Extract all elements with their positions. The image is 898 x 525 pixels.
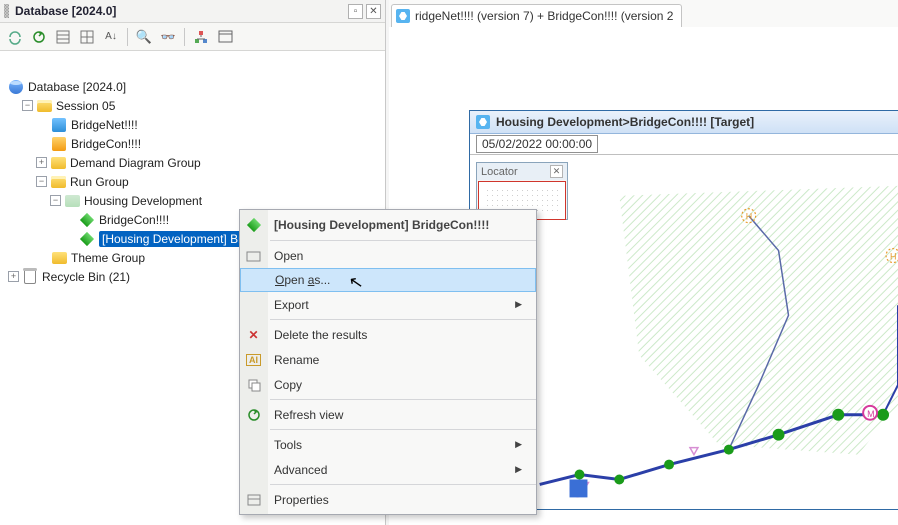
tree-demand-group[interactable]: + Demand Diagram Group bbox=[4, 153, 385, 172]
rename-icon: AI bbox=[245, 351, 262, 368]
document-icon bbox=[396, 9, 410, 23]
collapse-icon[interactable]: − bbox=[36, 176, 47, 187]
properties-icon bbox=[245, 491, 262, 508]
menu-open-as-label: Open as... bbox=[275, 273, 330, 287]
panel-title: Database [2024.0] bbox=[15, 4, 348, 18]
window-icon[interactable] bbox=[214, 26, 236, 48]
menu-open-as[interactable]: Open as... bbox=[240, 268, 536, 292]
tree-bridgecon[interactable]: BridgeCon!!!! bbox=[4, 134, 385, 153]
expand-icon[interactable]: + bbox=[36, 157, 47, 168]
binoculars-icon[interactable]: 👓 bbox=[157, 26, 179, 48]
grid-icon[interactable] bbox=[52, 26, 74, 48]
sort-asc-icon[interactable]: A↓ bbox=[100, 26, 122, 48]
menu-copy[interactable]: Copy bbox=[240, 372, 536, 397]
minimize-panel-button[interactable]: ▫ bbox=[348, 4, 363, 19]
context-menu: [Housing Development] BridgeCon!!!! Open… bbox=[239, 209, 537, 515]
map-window-title: Housing Development>BridgeCon!!!! [Targe… bbox=[496, 115, 754, 129]
collapse-icon[interactable]: − bbox=[22, 100, 33, 111]
document-tab[interactable]: ridgeNet!!!! (version 7) + BridgeCon!!!!… bbox=[391, 4, 682, 27]
svg-text:H: H bbox=[890, 252, 896, 262]
tree-run-group[interactable]: − Run Group bbox=[4, 172, 385, 191]
network-icon bbox=[476, 115, 490, 129]
drag-handle-icon[interactable] bbox=[4, 4, 9, 18]
refresh-icon bbox=[245, 406, 262, 423]
panel-titlebar: Database [2024.0] ▫ ✕ bbox=[0, 0, 385, 23]
menu-refresh[interactable]: Refresh view bbox=[240, 402, 536, 427]
tree-housing-dev[interactable]: − Housing Development bbox=[4, 191, 385, 210]
menu-header: [Housing Development] BridgeCon!!!! bbox=[240, 212, 536, 238]
menu-delete[interactable]: ✕ Delete the results bbox=[240, 322, 536, 347]
svg-text:H: H bbox=[746, 212, 752, 222]
search-icon[interactable]: 🔍 bbox=[133, 26, 155, 48]
open-icon bbox=[245, 247, 262, 264]
menu-open[interactable]: Open bbox=[240, 243, 536, 268]
menu-tools[interactable]: Tools ▶ bbox=[240, 432, 536, 457]
menu-properties[interactable]: Properties bbox=[240, 487, 536, 512]
menu-advanced[interactable]: Advanced ▶ bbox=[240, 457, 536, 482]
tree-root[interactable]: Database [2024.0] bbox=[4, 77, 385, 96]
copy-icon bbox=[245, 376, 262, 393]
menu-rename[interactable]: AI Rename bbox=[240, 347, 536, 372]
table-icon[interactable] bbox=[76, 26, 98, 48]
tree-session[interactable]: − Session 05 bbox=[4, 96, 385, 115]
connect-icon[interactable] bbox=[4, 26, 26, 48]
tree-bridgenet[interactable]: BridgeNet!!!! bbox=[4, 115, 385, 134]
delete-icon: ✕ bbox=[245, 326, 262, 343]
refresh-icon[interactable] bbox=[28, 26, 50, 48]
submenu-arrow-icon: ▶ bbox=[515, 464, 522, 475]
panel-toolbar: A↓ 🔍 👓 bbox=[0, 23, 385, 51]
tree-root-label: Database [2024.0] bbox=[28, 80, 126, 94]
document-tab-label: ridgeNet!!!! (version 7) + BridgeCon!!!!… bbox=[415, 9, 673, 23]
expand-icon[interactable]: + bbox=[8, 271, 19, 282]
svg-text:M: M bbox=[867, 409, 874, 419]
map-window-titlebar[interactable]: Housing Development>BridgeCon!!!! [Targe… bbox=[470, 111, 898, 134]
date-bar: 05/02/2022 00:00:00 bbox=[470, 134, 898, 155]
menu-export[interactable]: Export ▶ bbox=[240, 292, 536, 317]
collapse-icon[interactable]: − bbox=[50, 195, 61, 206]
hierarchy-icon[interactable] bbox=[190, 26, 212, 48]
submenu-arrow-icon: ▶ bbox=[515, 439, 522, 450]
date-field[interactable]: 05/02/2022 00:00:00 bbox=[476, 135, 598, 153]
close-panel-button[interactable]: ✕ bbox=[366, 4, 381, 19]
submenu-arrow-icon: ▶ bbox=[515, 299, 522, 310]
document-tab-bar: ridgeNet!!!! (version 7) + BridgeCon!!!!… bbox=[389, 0, 898, 27]
